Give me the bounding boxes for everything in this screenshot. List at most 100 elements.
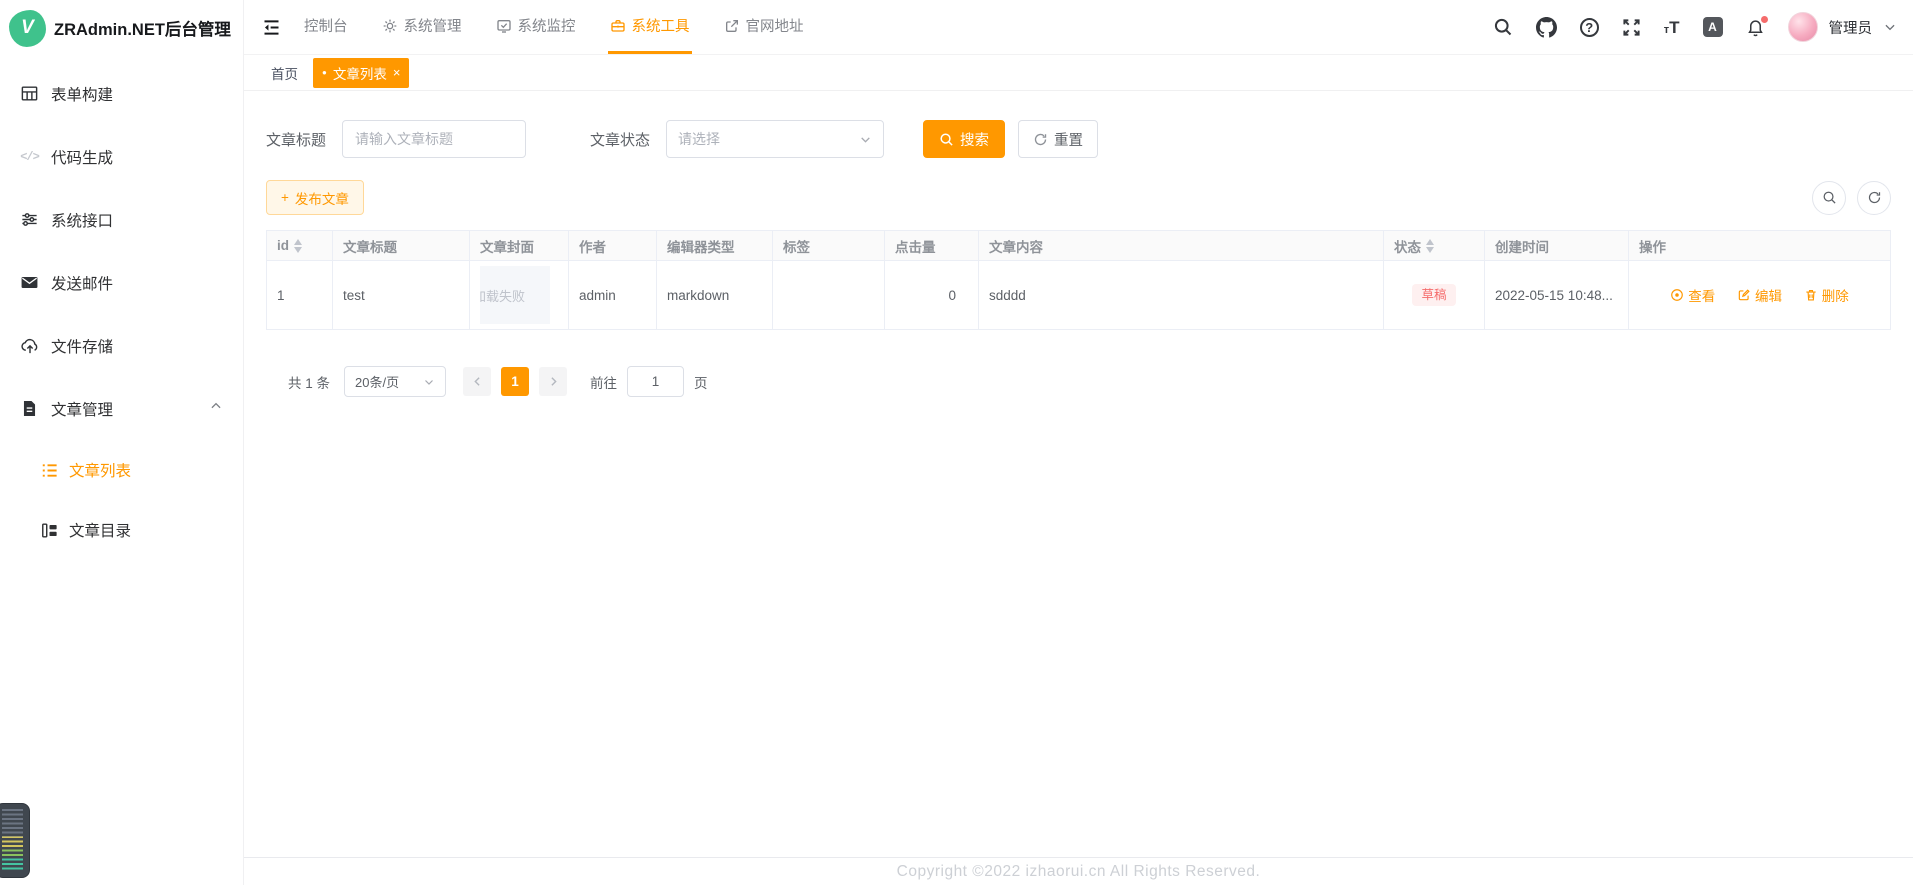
tab-home[interactable]: 首页 [271,63,298,83]
article-table: id 文章标题 文章封面 作者 编辑器类型 标签 点击量 文章内容 状态 [266,230,1891,330]
delete-button[interactable]: 删除 [1804,285,1849,305]
prev-page-button[interactable] [463,367,491,396]
column-header-id[interactable]: id [267,231,333,261]
table-right-tools [1801,181,1891,215]
cell-editor-type: markdown [657,261,773,330]
cell-tags [773,261,885,330]
show-search-toggle-button[interactable] [1812,181,1846,215]
column-header-clicks: 点击量 [885,231,979,261]
sidebar-item-form-builder[interactable]: 表单构建 [0,62,243,125]
cloud-upload-icon [19,335,40,356]
sidebar-item-label: 代码生成 [51,146,113,168]
cell-title: test [333,261,470,330]
app-title: ZRAdmin.NET后台管理 [54,16,231,40]
app-window: V ZRAdmin.NET后台管理 表单构建 </> 代码生成 系统接口 [0,0,1913,885]
cell-status: 草稿 [1384,261,1485,330]
sidebar-item-send-mail[interactable]: 发送邮件 [0,251,243,314]
fullscreen-icon[interactable] [1622,18,1641,37]
column-header-cover: 文章封面 [470,231,569,261]
chevron-down-icon[interactable] [1883,20,1897,34]
sidebar-item-label: 文件存储 [51,335,113,357]
page-number-button[interactable]: 1 [501,367,529,396]
plus-icon: + [281,190,289,205]
list-icon [39,460,59,480]
font-size-icon[interactable]: тT [1664,19,1680,36]
tab-dot-icon: ● [322,69,327,77]
cell-created: 2022-05-15 10:48... [1485,261,1629,330]
sidebar-item-article-list[interactable]: 文章列表 [0,440,243,500]
page-footer: Copyright ©2022 izhaorui.cn All Rights R… [244,857,1913,885]
sliders-icon [19,209,40,230]
refresh-table-button[interactable] [1857,181,1891,215]
article-status-select[interactable]: 请选择 [666,120,884,158]
search-icon[interactable] [1493,17,1513,37]
sidebar-menu: 表单构建 </> 代码生成 系统接口 发送邮件 [0,62,243,560]
sidebar-item-code-gen[interactable]: </> 代码生成 [0,125,243,188]
nav-item-system-monitor[interactable]: 系统监控 [494,0,578,54]
copyright-text: Copyright ©2022 izhaorui.cn All Rights R… [897,863,1261,885]
edit-button[interactable]: 编辑 [1737,285,1782,305]
cell-clicks: 0 [885,261,979,330]
github-icon[interactable] [1536,17,1557,38]
username[interactable]: 管理员 [1829,17,1873,38]
mail-icon [19,272,40,293]
nav-item-system-mgmt[interactable]: 系统管理 [380,0,464,54]
avatar[interactable] [1788,12,1818,42]
tab-article-list[interactable]: ● 文章列表 × [313,58,409,88]
chevron-down-icon [859,133,872,146]
article-title-input[interactable] [342,120,526,158]
nav-item-console[interactable]: 控制台 [302,0,350,54]
search-button[interactable]: 搜索 [923,120,1005,158]
sidebar-item-label: 文章管理 [51,398,113,420]
sidebar-collapse-icon[interactable] [244,0,298,54]
sidebar-item-file-storage[interactable]: 文件存储 [0,314,243,377]
next-page-button[interactable] [539,367,567,396]
tree-icon [39,520,59,540]
nav-item-official-site[interactable]: 官网地址 [722,0,806,54]
sort-carets-icon[interactable] [1426,239,1434,253]
nav-item-label: 系统工具 [632,15,690,36]
sort-carets-icon[interactable] [294,239,302,253]
tab-close-icon[interactable]: × [393,66,401,79]
cell-cover: 加载失败 [470,261,569,330]
column-header-author: 作者 [569,231,657,261]
app-logo-icon: V [9,10,46,47]
form-grid-icon [19,83,40,104]
document-icon [19,398,40,419]
goto-label: 前往 [590,372,617,392]
nav-item-label: 控制台 [304,15,348,36]
column-header-actions: 操作 [1629,231,1891,261]
sidebar-item-label: 文章目录 [69,519,131,541]
page-size-select[interactable]: 20条/页 [344,366,446,397]
pagination-total: 共 1 条 [288,372,330,392]
nav-item-system-tools[interactable]: 系统工具 [608,0,692,54]
notification-bell-icon[interactable] [1746,18,1765,37]
table-header-row: id 文章标题 文章封面 作者 编辑器类型 标签 点击量 文章内容 状态 [267,231,1891,261]
table-row: 1 test 加载失败 admin markdown 0 sdddd 草稿 [267,261,1891,330]
sidebar: V ZRAdmin.NET后台管理 表单构建 </> 代码生成 系统接口 [0,0,244,885]
notification-badge [1760,15,1769,24]
translate-icon[interactable]: A [1703,17,1723,37]
cell-id: 1 [267,261,333,330]
top-right-actions: ? тT A 管理员 [1493,0,1913,54]
sidebar-item-system-api[interactable]: 系统接口 [0,188,243,251]
reset-button[interactable]: 重置 [1018,120,1098,158]
app-logo-row[interactable]: V ZRAdmin.NET后台管理 [0,0,243,56]
article-status-label: 文章状态 [590,129,650,150]
sidebar-item-article-catalog[interactable]: 文章目录 [0,500,243,560]
status-badge: 草稿 [1412,284,1455,307]
sidebar-item-article-mgmt[interactable]: 文章管理 [0,377,243,440]
help-icon[interactable]: ? [1580,18,1599,37]
view-button[interactable]: 查看 [1670,285,1715,305]
monitor-check-icon [496,18,512,34]
chevron-up-icon[interactable] [209,399,223,418]
column-header-status[interactable]: 状态 [1384,231,1485,261]
audio-level-widget[interactable] [0,803,30,878]
nav-item-label: 系统管理 [404,15,462,36]
publish-article-button[interactable]: + 发布文章 [266,180,364,215]
goto-page-input[interactable] [627,366,684,397]
column-header-title: 文章标题 [333,231,470,261]
top-bar: 控制台 系统管理 系统监控 系统工具 [244,0,1913,55]
nav-item-label: 官网地址 [746,15,804,36]
tab-label: 文章列表 [333,63,387,83]
